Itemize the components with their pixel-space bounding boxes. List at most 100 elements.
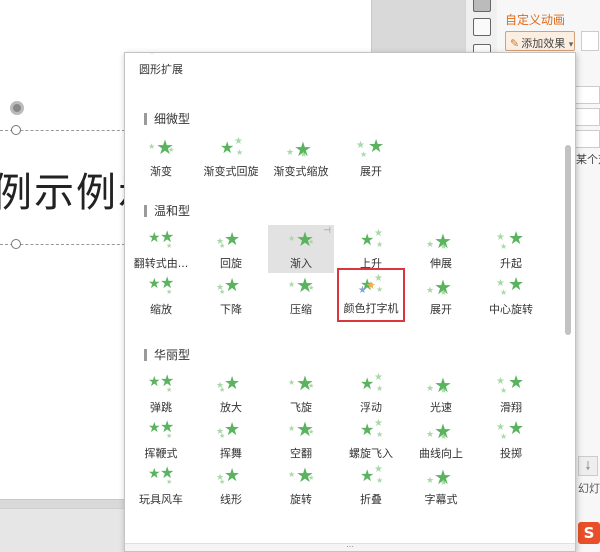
copy-icon[interactable] (473, 18, 491, 36)
effect-label: 飞旋 (290, 401, 312, 414)
star-effect-icon: ★★★ (496, 418, 525, 441)
effect-item[interactable]: ★ ★ ★ 折叠 (338, 461, 404, 509)
effect-label: 中心旋转 (489, 303, 533, 316)
effect-item[interactable]: ★ ★ ★ 曲线向上 (408, 415, 474, 463)
effect-label: 渐变式缩放 (273, 165, 329, 178)
star-effect-icon: ★★★ (216, 229, 241, 250)
effect-label: 颜色打字机 (343, 302, 399, 315)
effect-item[interactable]: ★ ★ ★ 挥舞 (198, 415, 264, 463)
effect-item[interactable]: ★ ★ ★ 下降 (198, 271, 264, 319)
effect-item[interactable]: ★ ★ ★ 滑翔 (478, 369, 544, 417)
panel-title: 自定义动画 (505, 13, 566, 27)
effect-item[interactable]: ★ ★ ★ 伸展 (408, 225, 474, 273)
effect-label: 展开 (360, 165, 382, 178)
effect-label: 升起 (500, 257, 522, 270)
effect-item[interactable]: ★ ★ ★ 光速 (408, 369, 474, 417)
section-heading: 细微型 (144, 113, 190, 125)
effect-label: 光速 (430, 401, 452, 414)
star-effect-icon: ★ ★ ★ ★ ★ (358, 273, 384, 296)
effect-item[interactable]: ★ ★ ★ 空翻 (268, 415, 334, 463)
effect-label: 挥舞 (220, 447, 242, 460)
star-effect-icon: ★★★ (426, 465, 452, 489)
effect-label: 挥鞭式 (144, 447, 178, 460)
star-effect-icon: ★★★ (356, 136, 385, 159)
effect-label: 渐变式回旋 (203, 165, 259, 178)
effect-label: 缩放 (150, 303, 172, 316)
star-effect-icon: ★★★ (288, 273, 315, 297)
effect-item[interactable]: ★ ★ ★ 升起 (478, 225, 544, 273)
pin-icon: ⊣ (323, 226, 331, 236)
reorder-down-button[interactable]: 🠗 (578, 456, 598, 476)
effect-item[interactable]: ★ ★ ★ 展开 (338, 133, 404, 181)
slideshow-button[interactable]: 幻灯 (578, 480, 600, 496)
star-effect-icon: ★★★ (288, 463, 315, 487)
star-effect-icon: ★★★ (148, 135, 175, 159)
star-effect-icon: ★★★ (426, 419, 452, 443)
effect-item[interactable]: ★ ★ ★ 翻转式由... (128, 225, 194, 273)
effect-item[interactable]: ★ ★ ★ 压缩 (268, 271, 334, 319)
effect-item[interactable]: ★ ★ ★ 渐变式缩放 (268, 133, 334, 181)
effect-item[interactable]: ★ ★ ★ 渐变式回旋 (198, 133, 264, 181)
effect-label: 折叠 (360, 493, 382, 506)
star-effect-icon: ★★★ (288, 417, 315, 441)
star-effect-icon: ★★★ (288, 371, 315, 395)
effect-label: 伸展 (430, 257, 452, 270)
toolbar-button[interactable] (473, 0, 491, 12)
star-effect-icon: ★★★ (216, 419, 241, 440)
speed-field[interactable] (575, 130, 600, 148)
effect-label: 翻转式由... (133, 257, 189, 270)
star-effect-icon: ★★★ (496, 372, 525, 395)
effect-label: 展开 (430, 303, 452, 316)
star-effect-icon: ★★★ (496, 274, 525, 297)
dropdown-scrollbar[interactable] (565, 145, 571, 335)
effect-item[interactable]: ★ ★ ★ 旋转 (268, 461, 334, 509)
effect-item[interactable]: ★ ★ ★ ⊣ 渐入 (268, 225, 334, 273)
effect-item[interactable]: ★ ★ ★ 飞旋 (268, 369, 334, 417)
effect-label: 滑翔 (500, 401, 522, 414)
star-effect-icon: ★★★ (426, 275, 452, 299)
add-effect-button[interactable]: ✎ 添加效果 ▾ (505, 31, 575, 51)
section-heading: 华丽型 (144, 349, 190, 361)
star-effect-icon: ★★★ (148, 417, 175, 440)
star-effect-icon: ★★★ (288, 227, 315, 251)
property-field[interactable] (575, 108, 600, 126)
effect-item[interactable]: ★ ★ ★ 回旋 (198, 225, 264, 273)
effect-label: 渐变 (150, 165, 172, 178)
delete-button[interactable] (581, 31, 599, 51)
effect-item[interactable]: ★ ★ ★ 玩具风车 (128, 461, 194, 509)
effect-label: 旋转 (290, 493, 312, 506)
effect-item[interactable]: ★ ★ ★ 螺旋飞入 (338, 415, 404, 463)
effect-item[interactable]: ★ ★ ★ 上升 (338, 225, 404, 273)
effect-item[interactable]: ★ ★ ★ 挥鞭式 (128, 415, 194, 463)
effect-label: 螺旋飞入 (349, 447, 393, 460)
effect-item[interactable]: ★ ★ ★ 渐变 (128, 133, 194, 181)
effect-item[interactable]: ★ ★ ★ ★ ★ 颜色打字机 (337, 268, 405, 322)
star-effect-icon: ★★★ (149, 52, 170, 56)
dropdown-resize-grip[interactable]: ⋯ (125, 543, 575, 551)
effect-label: 压缩 (290, 303, 312, 316)
start-field[interactable] (575, 86, 600, 104)
star-effect-icon: ★★★ (360, 372, 384, 393)
star-effect-icon: ★★★ (148, 273, 175, 296)
effect-item[interactable]: ★ ★ ★ 字幕式 (408, 461, 474, 509)
add-effect-label: 添加效果 (521, 37, 566, 50)
resize-handle-bottom[interactable] (11, 239, 21, 249)
effect-item[interactable]: ★★★ 圆形扩展 (128, 52, 194, 79)
effect-label: 空翻 (290, 447, 312, 460)
effect-item[interactable]: ★ ★ ★ 中心旋转 (478, 271, 544, 319)
star-effect-icon: ★★★ (216, 465, 241, 486)
arrow-down-icon: 🠗 (585, 459, 591, 473)
star-effect-icon: ★★★ (426, 229, 452, 253)
animation-effects-dropdown: ⋯ ★★★圆形扩展细微型★★★渐变★★★渐变式回旋★★★渐变式缩放★★★展开温和… (124, 52, 576, 552)
effect-item[interactable]: ★ ★ ★ 投掷 (478, 415, 544, 463)
effect-item[interactable]: ★ ★ ★ 弹跳 (128, 369, 194, 417)
effect-item[interactable]: ★ ★ ★ 缩放 (128, 271, 194, 319)
wps-logo-icon: S (578, 522, 600, 544)
rotate-handle[interactable] (10, 101, 24, 115)
effect-item[interactable]: ★ ★ ★ 线形 (198, 461, 264, 509)
effect-item[interactable]: ★ ★ ★ 展开 (408, 271, 474, 319)
star-effect-icon: ★★★ (220, 136, 244, 157)
effect-item[interactable]: ★ ★ ★ 浮动 (338, 369, 404, 417)
effect-item[interactable]: ★ ★ ★ 放大 (198, 369, 264, 417)
resize-handle-top[interactable] (11, 125, 21, 135)
